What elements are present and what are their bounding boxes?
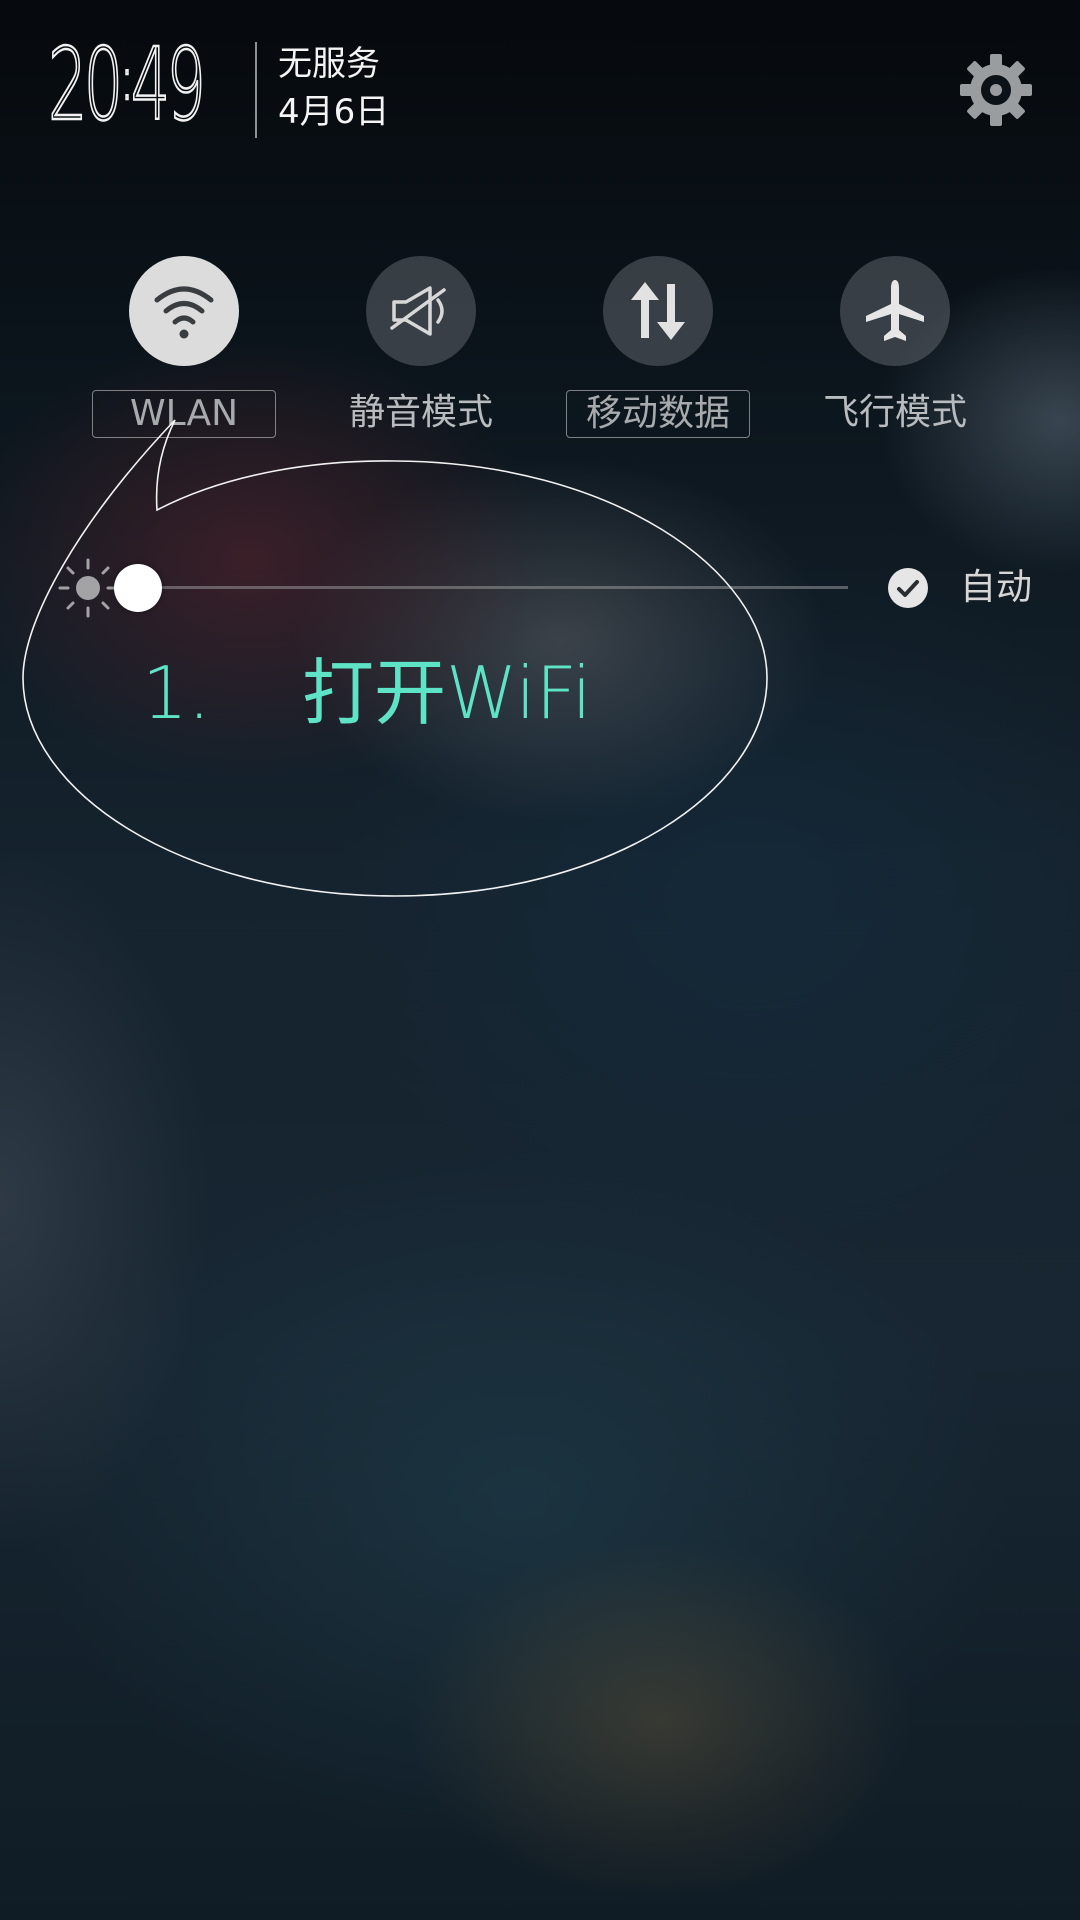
auto-brightness-checkbox[interactable]	[888, 568, 928, 608]
airplane-icon	[866, 280, 924, 341]
toggle-silent-mode-button[interactable]	[366, 256, 476, 366]
wifi-icon	[154, 286, 214, 339]
mute-speaker-icon	[390, 286, 446, 336]
brightness-slider-handle[interactable]	[114, 564, 162, 612]
checkmark-icon	[897, 580, 919, 597]
annotation-step-number: 1.	[142, 651, 211, 735]
toggle-airplane-mode[interactable]: 飞行模式	[795, 256, 995, 456]
toggle-silent-mode-label: 静音模式	[348, 392, 493, 433]
toggle-mobile-data-button[interactable]	[603, 256, 713, 366]
toggle-airplane-mode-button[interactable]	[840, 256, 950, 366]
toggle-wlan-label: WLAN	[92, 390, 276, 438]
clock: 20 : 49	[47, 26, 207, 143]
date-label: 4月6日	[278, 92, 390, 132]
settings-button[interactable]	[956, 50, 1036, 130]
brightness-slider-track[interactable]	[160, 586, 848, 589]
toggle-airplane-mode-label: 飞行模式	[822, 392, 967, 433]
toggle-silent-mode[interactable]: 静音模式	[321, 256, 521, 456]
clock-separator: :	[120, 44, 134, 114]
carrier-status: 无服务	[278, 44, 380, 84]
gear-icon	[960, 54, 1032, 126]
toggle-mobile-data-label: 移动数据	[566, 390, 750, 438]
brightness-icon	[58, 558, 118, 618]
toggle-wlan[interactable]: WLAN	[84, 256, 284, 456]
clock-hours: 20	[47, 26, 124, 143]
annotation-step-text: 打开WiFi	[302, 651, 592, 735]
toggle-mobile-data[interactable]: 移动数据	[558, 256, 758, 456]
header-divider	[255, 42, 257, 138]
toggle-wlan-button[interactable]	[129, 256, 239, 366]
mobile-data-arrows-icon	[631, 282, 685, 340]
clock-minutes: 49	[130, 26, 207, 143]
auto-brightness-label: 自动	[960, 567, 1033, 608]
